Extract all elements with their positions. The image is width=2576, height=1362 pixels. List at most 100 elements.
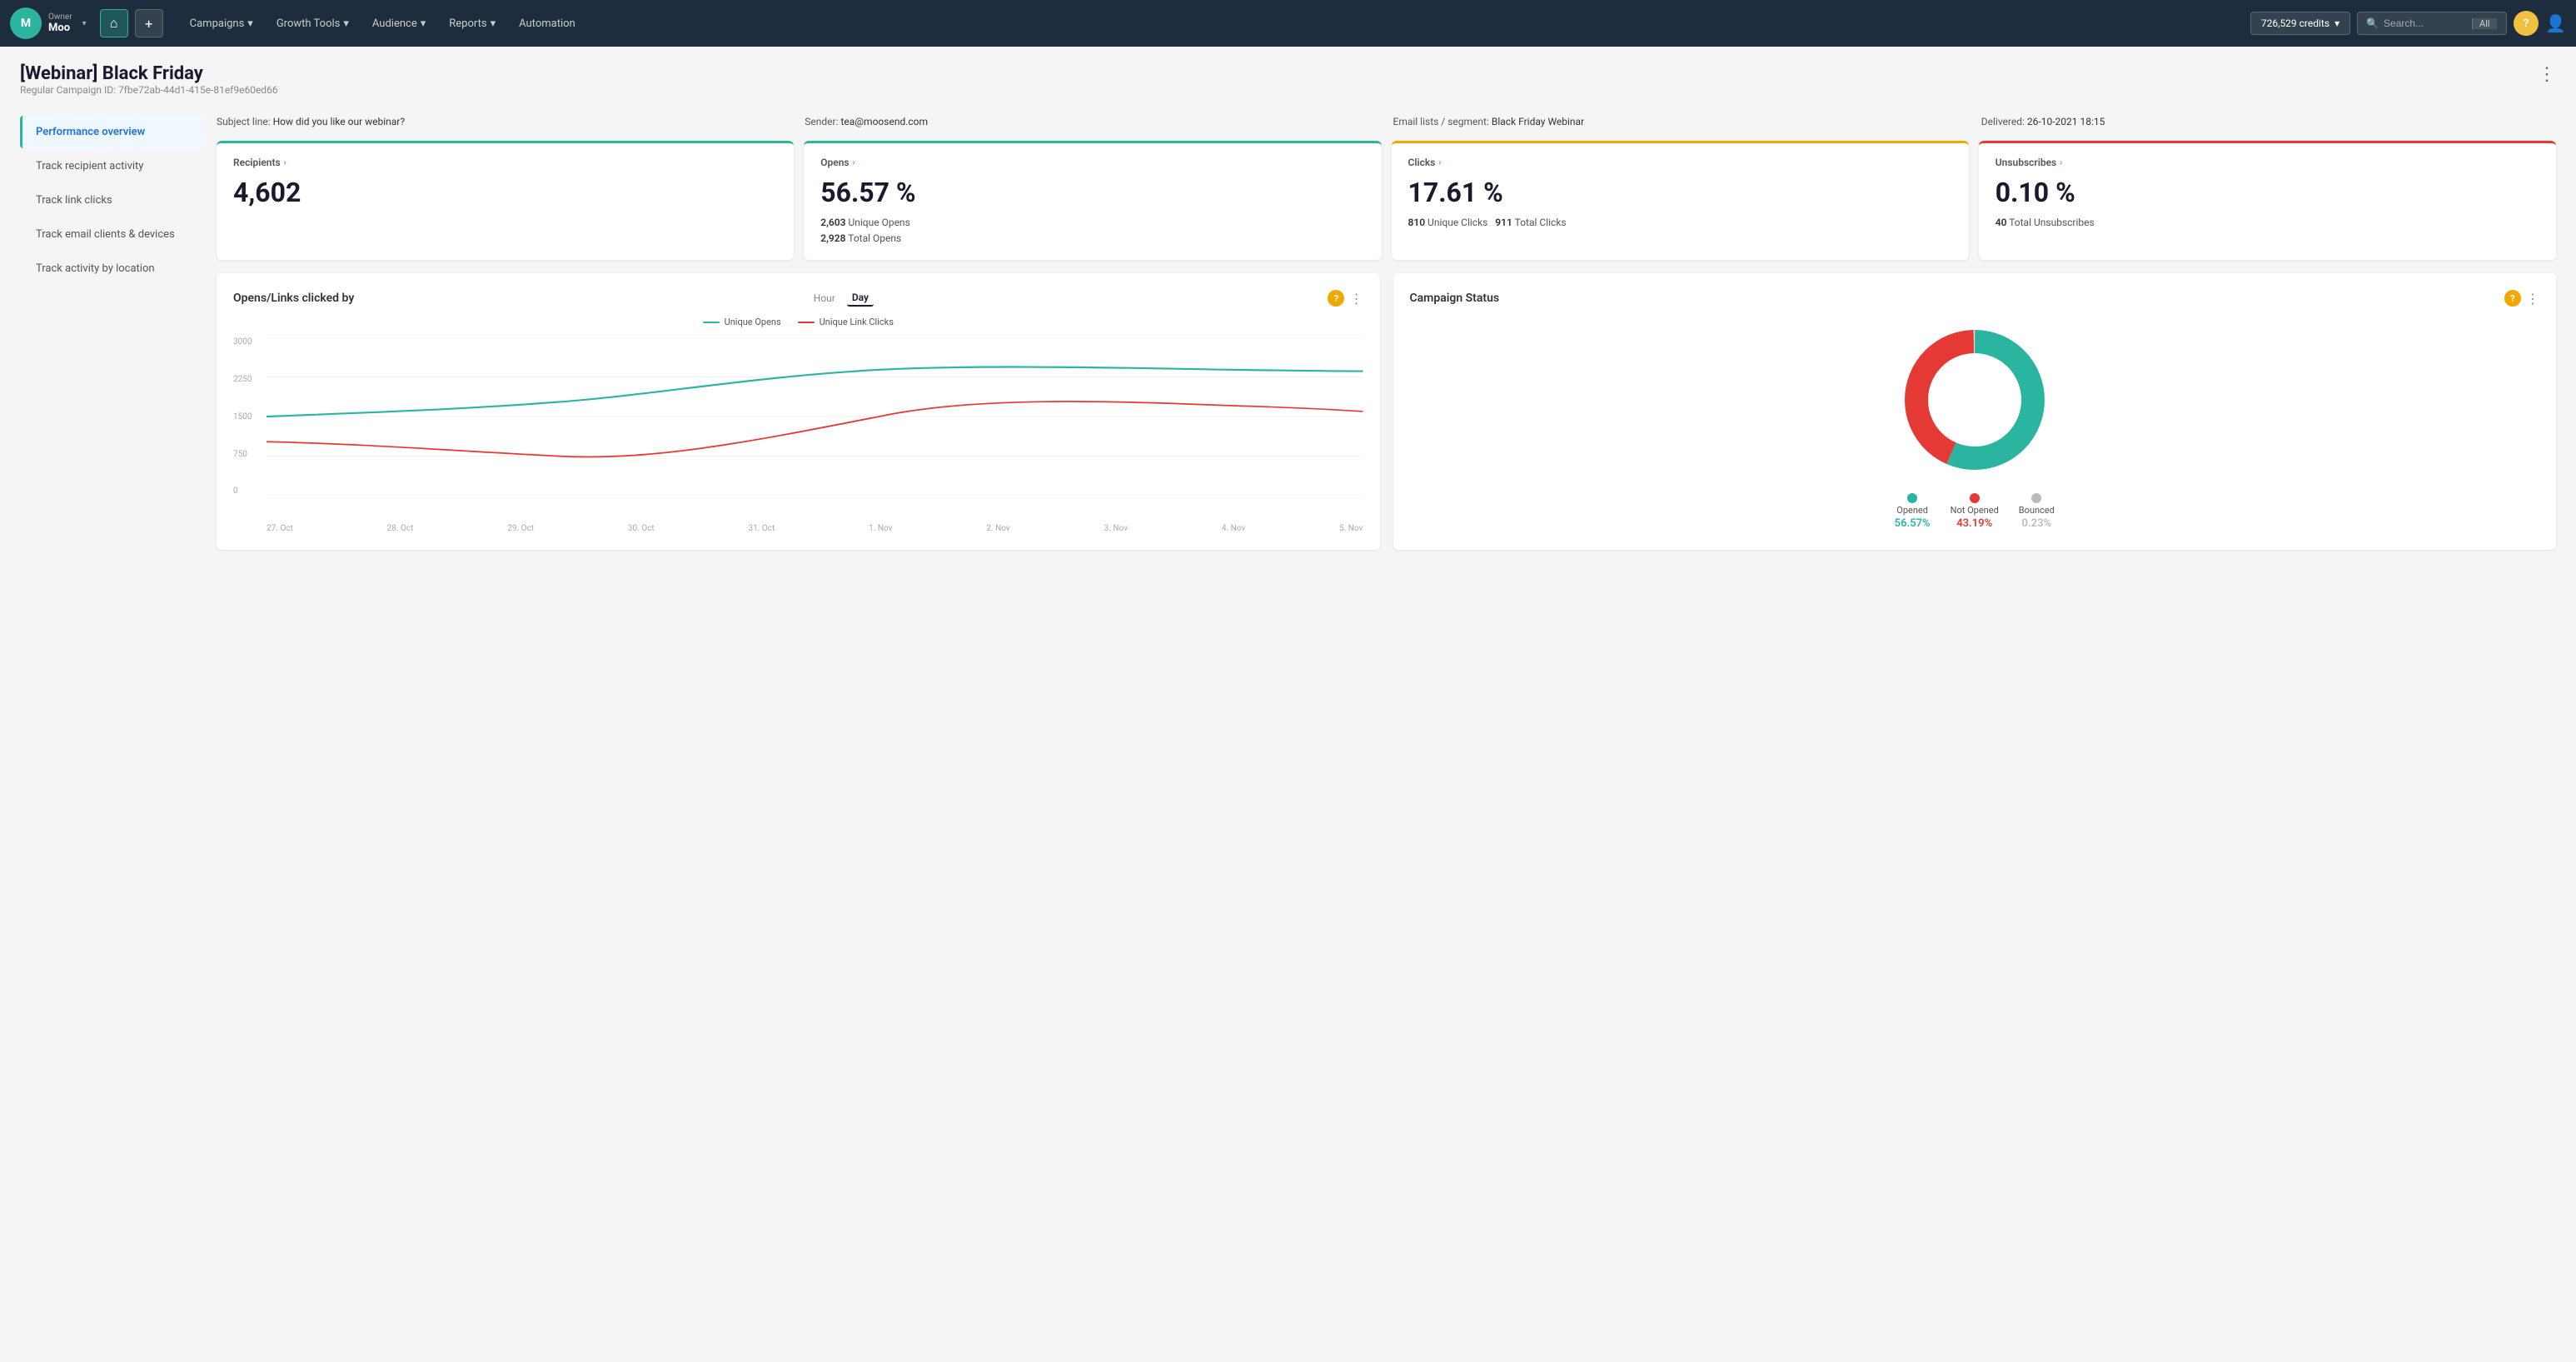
donut-legend-not-opened: Not Opened 43.19%: [1951, 493, 1999, 530]
search-input[interactable]: [2384, 17, 2467, 29]
page-content: [Webinar] Black Friday Regular Campaign …: [0, 47, 2576, 566]
donut-chart-card: Campaign Status ? ⋮: [1393, 273, 2557, 550]
line-chart-controls: Hour Day: [809, 290, 874, 307]
line-chart-card: Opens/Links clicked by Hour Day ? ⋮: [217, 273, 1380, 550]
nav-audience[interactable]: Audience ▾: [362, 12, 436, 35]
donut-chart-header: Campaign Status ? ⋮: [1410, 290, 2540, 307]
donut-chart-help-icon[interactable]: ?: [2504, 290, 2521, 307]
recipients-value: 4,602: [233, 177, 777, 208]
nav-reports[interactable]: Reports ▾: [439, 12, 506, 35]
sidebar-item-location[interactable]: Track activity by location: [20, 252, 203, 285]
line-chart-header: Opens/Links clicked by Hour Day ? ⋮: [233, 290, 1363, 307]
nav-menu: Campaigns ▾ Growth Tools ▾ Audience ▾ Re…: [180, 12, 2244, 35]
tab-hour[interactable]: Hour: [809, 291, 840, 306]
donut-chart-title: Campaign Status: [1410, 292, 1500, 305]
unsubscribes-detail: 40 Total Unsubscribes: [1996, 215, 2539, 231]
charts-row: Opens/Links clicked by Hour Day ? ⋮: [217, 273, 2556, 550]
credits-label: 726,529 credits: [2261, 17, 2329, 29]
clicks-detail: 810 Unique Clicks 911 Total Clicks: [1408, 215, 1952, 231]
sidebar-item-performance[interactable]: Performance overview: [20, 116, 203, 148]
donut-not-opened-dot: [1970, 493, 1980, 503]
credits-chevron-icon: ▾: [2334, 17, 2339, 29]
page-more-button[interactable]: ⋮: [2538, 63, 2556, 85]
campaigns-chevron-icon: ▾: [247, 17, 253, 30]
donut-not-opened-value: 43.19%: [1956, 517, 1992, 530]
line-chart-title: Opens/Links clicked by: [233, 292, 354, 305]
donut-chart-svg: [1891, 317, 2058, 483]
clicks-value: 17.61 %: [1408, 177, 1952, 208]
stat-card-opens: Opens › 56.57 % 2,603 Unique Opens 2,928…: [804, 141, 1381, 260]
clicks-header[interactable]: Clicks ›: [1408, 157, 1952, 168]
donut-opened-label: Opened: [1896, 505, 1928, 516]
line-chart-help-icon[interactable]: ?: [1328, 290, 1344, 307]
legend-red-dot: [798, 322, 815, 323]
add-button[interactable]: +: [135, 9, 163, 37]
line-chart-legend: Unique Opens Unique Link Clicks: [233, 317, 1363, 327]
search-icon: 🔍: [2366, 17, 2379, 29]
nav-right: 726,529 credits ▾ 🔍 All ? 👤: [2250, 11, 2566, 36]
growth-chevron-icon: ▾: [343, 17, 349, 30]
audience-chevron-icon: ▾: [421, 17, 426, 30]
recipients-header[interactable]: Recipients ›: [233, 157, 777, 168]
page-title: [Webinar] Black Friday Regular Campaign …: [20, 63, 278, 111]
sidebar-item-email-clients[interactable]: Track email clients & devices: [20, 218, 203, 251]
donut-opened-value: 56.57%: [1895, 517, 1931, 530]
stat-card-recipients: Recipients › 4,602: [217, 141, 794, 260]
donut-wrap: Opened 56.57% Not Opened 43.19% Bounced: [1410, 317, 2540, 530]
meta-row: Subject line: How did you like our webin…: [217, 116, 2556, 127]
search-box: 🔍 All: [2357, 12, 2507, 35]
owner-chevron-icon[interactable]: ▾: [82, 19, 87, 28]
donut-bounced-label: Bounced: [2019, 505, 2055, 516]
profile-icon[interactable]: 👤: [2545, 13, 2566, 33]
donut-bounced-value: 0.23%: [2022, 517, 2052, 530]
stat-card-unsubscribes: Unsubscribes › 0.10 % 40 Total Unsubscri…: [1979, 141, 2556, 260]
line-chart-actions: ? ⋮: [1328, 290, 1363, 307]
sidebar-item-link-clicks[interactable]: Track link clicks: [20, 184, 203, 217]
home-button[interactable]: ⌂: [100, 9, 128, 37]
y-axis-labels: 3000 2250 1500 750 0: [233, 337, 252, 496]
stat-cards: Recipients › 4,602 Opens › 56.57 % 2,603…: [217, 141, 2556, 260]
meta-list: Email lists / segment: Black Friday Webi…: [1393, 116, 1968, 127]
credits-button[interactable]: 726,529 credits ▾: [2250, 12, 2350, 35]
reports-chevron-icon: ▾: [491, 17, 496, 30]
legend-unique-clicks-label: Unique Link Clicks: [820, 317, 894, 327]
opens-detail: 2,603 Unique Opens 2,928 Total Opens: [820, 215, 1364, 247]
legend-unique-clicks: Unique Link Clicks: [798, 317, 894, 327]
help-icon[interactable]: ?: [2514, 11, 2539, 36]
meta-subject: Subject line: How did you like our webin…: [217, 116, 791, 127]
nav-growth-tools[interactable]: Growth Tools ▾: [267, 12, 359, 35]
meta-sender: Sender: tea@moosend.com: [805, 116, 1379, 127]
line-chart-svg: [267, 337, 1363, 496]
unsubscribes-header[interactable]: Unsubscribes ›: [1996, 157, 2539, 168]
nav-campaigns[interactable]: Campaigns ▾: [180, 12, 263, 35]
content-layout: Performance overview Track recipient act…: [20, 116, 2556, 550]
search-filter-all[interactable]: All: [2472, 18, 2497, 29]
app-logo[interactable]: M: [10, 7, 42, 39]
donut-chart-actions: ? ⋮: [2504, 290, 2539, 307]
sidebar-item-recipient-activity[interactable]: Track recipient activity: [20, 150, 203, 182]
unsubscribes-arrow-icon: ›: [2060, 158, 2062, 167]
line-chart-svg-wrap: [267, 337, 1363, 496]
donut-legend-bounced: Bounced 0.23%: [2019, 493, 2055, 530]
donut-legend: Opened 56.57% Not Opened 43.19% Bounced: [1895, 493, 2055, 530]
legend-unique-opens: Unique Opens: [703, 317, 781, 327]
x-axis-labels: 27. Oct 28. Oct 29. Oct 30. Oct 31. Oct …: [233, 524, 1363, 533]
line-chart-area: 3000 2250 1500 750 0: [233, 337, 1363, 521]
clicks-arrow-icon: ›: [1438, 158, 1441, 167]
stat-card-clicks: Clicks › 17.61 % 810 Unique Clicks 911 T…: [1392, 141, 1969, 260]
legend-unique-opens-label: Unique Opens: [725, 317, 781, 327]
nav-automation[interactable]: Automation: [509, 12, 585, 35]
recipients-arrow-icon: ›: [284, 158, 286, 167]
nav-owner: Owner Moo: [48, 12, 72, 34]
opens-header[interactable]: Opens ›: [820, 157, 1364, 168]
tab-day[interactable]: Day: [847, 290, 874, 307]
navbar: M Owner Moo ▾ ⌂ + Campaigns ▾ Growth Too…: [0, 0, 2576, 47]
donut-not-opened-label: Not Opened: [1951, 505, 1999, 516]
donut-bounced-dot: [2031, 493, 2041, 503]
donut-chart-more-icon[interactable]: ⋮: [2526, 291, 2539, 307]
donut-opened-dot: [1907, 493, 1917, 503]
meta-delivered: Delivered: 26-10-2021 18:15: [1981, 116, 2556, 127]
line-chart-more-icon[interactable]: ⋮: [1349, 291, 1363, 307]
opens-value: 56.57 %: [820, 177, 1364, 208]
page-header: [Webinar] Black Friday Regular Campaign …: [20, 63, 2556, 111]
